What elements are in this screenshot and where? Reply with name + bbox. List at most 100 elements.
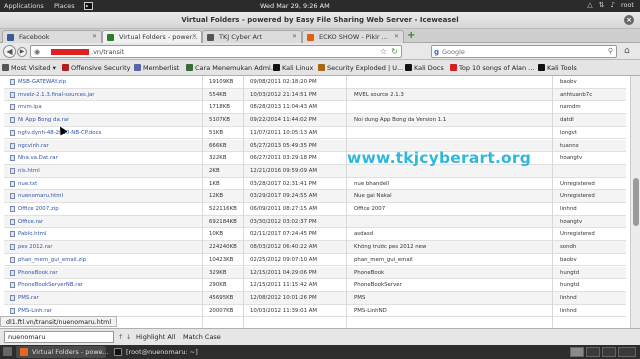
file-icon: [10, 256, 15, 263]
file-name-text[interactable]: PMS.rar: [18, 295, 39, 301]
volume-icon[interactable]: ♪: [610, 1, 614, 9]
file-name-link[interactable]: nuenomaru.html: [10, 193, 195, 200]
search-input[interactable]: [442, 47, 602, 57]
tab-ecko-show[interactable]: ECKO SHOW - Pikir ... ✕: [302, 30, 404, 43]
workspace-4[interactable]: [618, 347, 636, 357]
back-icon[interactable]: ◀: [3, 45, 16, 58]
url-text[interactable]: .vn/transit: [91, 48, 124, 56]
file-name-text[interactable]: pes 2012.rar: [18, 244, 52, 250]
file-name-link[interactable]: Office 2007.zip: [10, 206, 195, 212]
find-previous-icon[interactable]: ↑: [118, 333, 123, 341]
match-case-checkbox[interactable]: Match Case: [183, 333, 221, 341]
show-desktop-icon[interactable]: [3, 347, 12, 356]
reload-icon[interactable]: ↻: [391, 47, 398, 56]
find-next-icon[interactable]: ↓: [126, 333, 131, 341]
file-name-text[interactable]: PhoneBook.rar: [18, 270, 58, 276]
bookmark-kali-linux[interactable]: Kali Linux: [273, 64, 313, 72]
file-name-link[interactable]: PMS.rar: [10, 294, 195, 301]
google-icon[interactable]: g: [434, 48, 439, 56]
tab-facebook[interactable]: Facebook ✕: [2, 30, 102, 43]
file-name-link[interactable]: Ni App Bong da.rar: [10, 117, 195, 124]
file-name-text[interactable]: Ni App Bong da.rar: [18, 117, 69, 123]
file-name-link[interactable]: Office.rar: [10, 218, 195, 225]
file-name-text[interactable]: nue.txt: [18, 181, 37, 187]
vertical-scrollbar[interactable]: [630, 76, 640, 328]
close-tab-icon[interactable]: ✕: [192, 33, 197, 40]
file-name-link[interactable]: nue.txt: [10, 180, 195, 187]
file-name-link[interactable]: PhoneBook.rar: [10, 269, 195, 276]
places-menu[interactable]: Places: [54, 2, 75, 10]
file-name-link[interactable]: ngtv.dynh-48-2010-NB-CP.docs: [10, 129, 195, 136]
bookmark-cara-menemukan[interactable]: Cara Menemukan Admi...: [186, 64, 277, 72]
close-window-icon[interactable]: ×: [624, 15, 634, 25]
file-name-text[interactable]: mvm.ipa: [18, 104, 42, 110]
close-tab-icon[interactable]: ✕: [292, 33, 297, 40]
site-identity-icon[interactable]: ◉: [34, 48, 40, 56]
file-name-link[interactable]: mvelz-2.1.3.final-sources.jar: [10, 91, 195, 98]
file-name-link[interactable]: ngcvinh.rar: [10, 142, 195, 149]
forward-icon[interactable]: ▶: [17, 47, 27, 57]
bookmark-most-visited[interactable]: Most Visited ▾: [2, 64, 56, 72]
file-date: 06/27/2011 03:29:18 PM: [250, 155, 317, 162]
url-bar[interactable]: ◉ .vn/transit ☆ ↻: [30, 45, 402, 58]
file-icon: [10, 167, 15, 174]
find-input[interactable]: [4, 331, 114, 343]
file-name-text[interactable]: nuenomaru.html: [18, 193, 63, 199]
file-name-text[interactable]: mvelz-2.1.3.final-sources.jar: [18, 92, 94, 98]
file-name-link[interactable]: Pablo.html: [10, 231, 195, 238]
bookmark-star-icon[interactable]: ☆: [380, 47, 387, 56]
network-icon[interactable]: ⇅: [599, 1, 605, 9]
file-name-text[interactable]: Office 2007.zip: [18, 206, 59, 212]
file-name-link[interactable]: phan_mem_gui_email.zip: [10, 256, 195, 263]
file-name-text[interactable]: ngcvinh.rar: [18, 143, 49, 149]
close-tab-icon[interactable]: ✕: [394, 33, 399, 40]
bookmark-top-10-songs[interactable]: Top 10 songs of Alan ...: [450, 64, 534, 72]
task-terminal[interactable]: [root@nuenomaru: ~]: [110, 346, 200, 358]
scrollbar-thumb[interactable]: [633, 178, 639, 226]
new-tab-icon[interactable]: +: [407, 31, 417, 41]
workspace-1[interactable]: [570, 347, 584, 357]
highlight-all-button[interactable]: Highlight All: [136, 333, 175, 341]
bookmark-kali-tools[interactable]: Kali Tools: [538, 64, 577, 72]
file-description: Nue gai Nakal: [354, 193, 392, 200]
workspace-3[interactable]: [602, 347, 616, 357]
file-name-text[interactable]: MSB-GATEWAY.zip: [18, 79, 66, 85]
file-name-text[interactable]: Nha.va.Dat.rar: [18, 155, 58, 161]
workspace-2[interactable]: [586, 347, 600, 357]
search-icon[interactable]: ⚲: [608, 47, 613, 55]
file-row: mvelz-2.1.3.final-sources.jar 554KB 10/03/…: [4, 88, 626, 102]
close-tab-icon[interactable]: ✕: [92, 33, 97, 40]
bookmark-label: Kali Tools: [547, 64, 577, 72]
file-name-text[interactable]: nls.html: [18, 168, 40, 174]
home-icon[interactable]: ⌂: [624, 46, 630, 56]
file-size: 12KB: [209, 193, 224, 200]
bookmark-offensive-security[interactable]: Offensive Security: [62, 64, 131, 72]
file-name-link[interactable]: pes 2012.rar: [10, 244, 195, 251]
bookmark-security-exploded[interactable]: Security Exploded | U...: [318, 64, 403, 72]
search-box[interactable]: g ⚲: [431, 45, 617, 58]
clock[interactable]: Wed Mar 29, 9:26 AM: [260, 2, 330, 10]
file-name-link[interactable]: PhoneBookServerNB.rar: [10, 282, 195, 289]
file-name-text[interactable]: PhoneBookServerNB.rar: [18, 282, 83, 288]
file-name-text[interactable]: Office.rar: [18, 219, 43, 225]
file-name-link[interactable]: Nha.va.Dat.rar: [10, 155, 195, 162]
accessibility-icon[interactable]: △: [587, 1, 592, 9]
bookmark-memberlist[interactable]: Memberlist: [134, 64, 179, 72]
file-name-link[interactable]: MSB-GATEWAY.zip: [10, 79, 195, 85]
applications-menu[interactable]: Applications: [4, 2, 44, 10]
file-name-text[interactable]: phan_mem_gui_email.zip: [18, 257, 86, 263]
terminal-icon[interactable]: [84, 2, 93, 12]
tab-virtual-folders[interactable]: Virtual Folders - power... ✕: [102, 30, 202, 43]
bookmark-kali-docs[interactable]: Kali Docs: [405, 64, 444, 72]
file-name-text[interactable]: PMS-Linh.rar: [18, 308, 52, 314]
file-name-link[interactable]: mvm.ipa: [10, 104, 195, 111]
file-name-text[interactable]: Pablo.html: [18, 231, 46, 237]
task-iceweasel[interactable]: Virtual Folders - powe...: [16, 346, 109, 358]
user-menu[interactable]: root: [621, 1, 634, 9]
page-icon: [207, 34, 214, 41]
tab-tkj-cyber-art[interactable]: TKJ Cyber Art ✕: [202, 30, 302, 43]
file-name-link[interactable]: PMS-Linh.rar: [10, 307, 195, 314]
tab-bar: Facebook ✕ Virtual Folders - power... ✕ …: [0, 29, 640, 43]
file-owner: tuannx: [560, 142, 579, 149]
file-name-link[interactable]: nls.html: [10, 167, 195, 174]
